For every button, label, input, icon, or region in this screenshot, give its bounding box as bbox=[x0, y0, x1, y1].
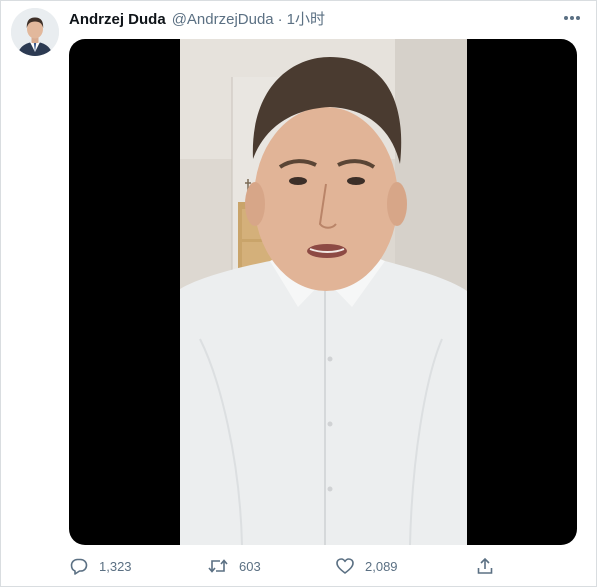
reply-count: 1,323 bbox=[99, 558, 132, 574]
user-handle[interactable]: @AndrzejDuda bbox=[172, 10, 274, 30]
retweet-count: 603 bbox=[239, 558, 261, 574]
like-count: 2,089 bbox=[365, 558, 398, 574]
video-player[interactable] bbox=[69, 39, 577, 545]
video-frame bbox=[180, 39, 467, 545]
retweet-button[interactable]: 603 bbox=[207, 553, 261, 579]
heart-icon bbox=[336, 558, 354, 574]
tweet-card[interactable]: Andrzej Duda @AndrzejDuda · 1小时 1,323 60… bbox=[0, 0, 597, 587]
avatar[interactable] bbox=[11, 8, 59, 56]
reply-button[interactable]: 1,323 bbox=[69, 553, 132, 579]
display-name[interactable]: Andrzej Duda bbox=[69, 10, 166, 30]
share-button[interactable] bbox=[475, 553, 495, 579]
share-icon bbox=[477, 557, 493, 574]
video-still-image bbox=[180, 39, 467, 545]
more-horizontal-icon bbox=[564, 16, 580, 20]
more-options-button[interactable] bbox=[560, 8, 584, 28]
like-button[interactable]: 2,089 bbox=[335, 553, 398, 579]
retweet-icon bbox=[208, 559, 228, 573]
separator-dot: · bbox=[277, 11, 283, 28]
tweet-actions: 1,323 603 2,089 bbox=[69, 553, 499, 579]
reply-icon bbox=[70, 558, 88, 575]
timestamp[interactable]: 1小时 bbox=[287, 10, 325, 30]
profile-photo-avatar bbox=[11, 8, 59, 56]
tweet-header: Andrzej Duda @AndrzejDuda · 1小时 bbox=[69, 10, 556, 30]
